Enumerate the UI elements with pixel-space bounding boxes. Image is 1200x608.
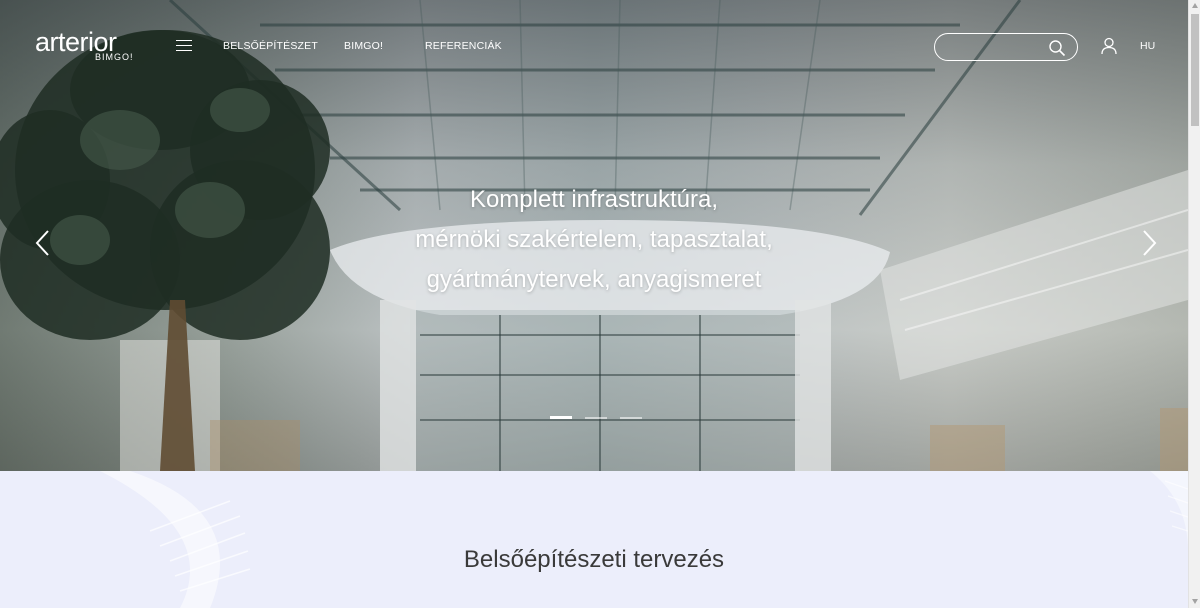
slider-dot-3[interactable] xyxy=(620,417,642,419)
hero-headline-line-1: Komplett infrastruktúra, xyxy=(469,186,719,213)
chevron-right-icon[interactable] xyxy=(1137,228,1161,258)
scroll-down-arrow-icon[interactable] xyxy=(1191,597,1199,605)
search-input[interactable] xyxy=(945,38,1045,56)
hero-headline: Komplett infrastruktúra, mérnöki szakért… xyxy=(0,180,1188,300)
nav-link-bimgo[interactable]: BIMGO! xyxy=(344,40,383,52)
logo-subtext: BIMGO! xyxy=(95,52,134,62)
scroll-up-arrow-icon[interactable] xyxy=(1191,2,1199,10)
user-icon[interactable] xyxy=(1100,37,1118,55)
nav-link-belsoepiteszet[interactable]: BELSŐÉPÍTÉSZET xyxy=(223,40,318,52)
hero-headline-line-2: mérnöki szakértelem, tapasztalat, xyxy=(415,226,773,253)
slider-dot-1[interactable] xyxy=(550,416,572,419)
hero-headline-line-3: gyártmánytervek, anyagismeret xyxy=(426,266,762,293)
search-box xyxy=(934,33,1078,61)
nav-link-referenciak[interactable]: REFERENCIÁK xyxy=(425,40,502,52)
arterior-logo[interactable]: arterior BIMGO! xyxy=(35,28,145,64)
page-scrollbar[interactable] xyxy=(1188,0,1200,608)
slider-dot-2[interactable] xyxy=(585,417,607,419)
interior-design-section: Belsőépítészeti tervezés xyxy=(0,471,1188,608)
search-icon[interactable] xyxy=(1048,39,1066,57)
language-selector[interactable]: HU xyxy=(1140,40,1155,52)
section-background-pattern xyxy=(100,471,1188,608)
hero-slider: arterior BIMGO! BELSŐÉPÍTÉSZET BIMGO! RE… xyxy=(0,0,1188,471)
hamburger-menu-icon[interactable] xyxy=(176,39,192,53)
chevron-left-icon[interactable] xyxy=(31,228,55,258)
section-title: Belsőépítészeti tervezés xyxy=(463,546,725,573)
top-navigation: arterior BIMGO! BELSŐÉPÍTÉSZET BIMGO! RE… xyxy=(0,0,1188,95)
scrollbar-thumb[interactable] xyxy=(1191,14,1199,126)
